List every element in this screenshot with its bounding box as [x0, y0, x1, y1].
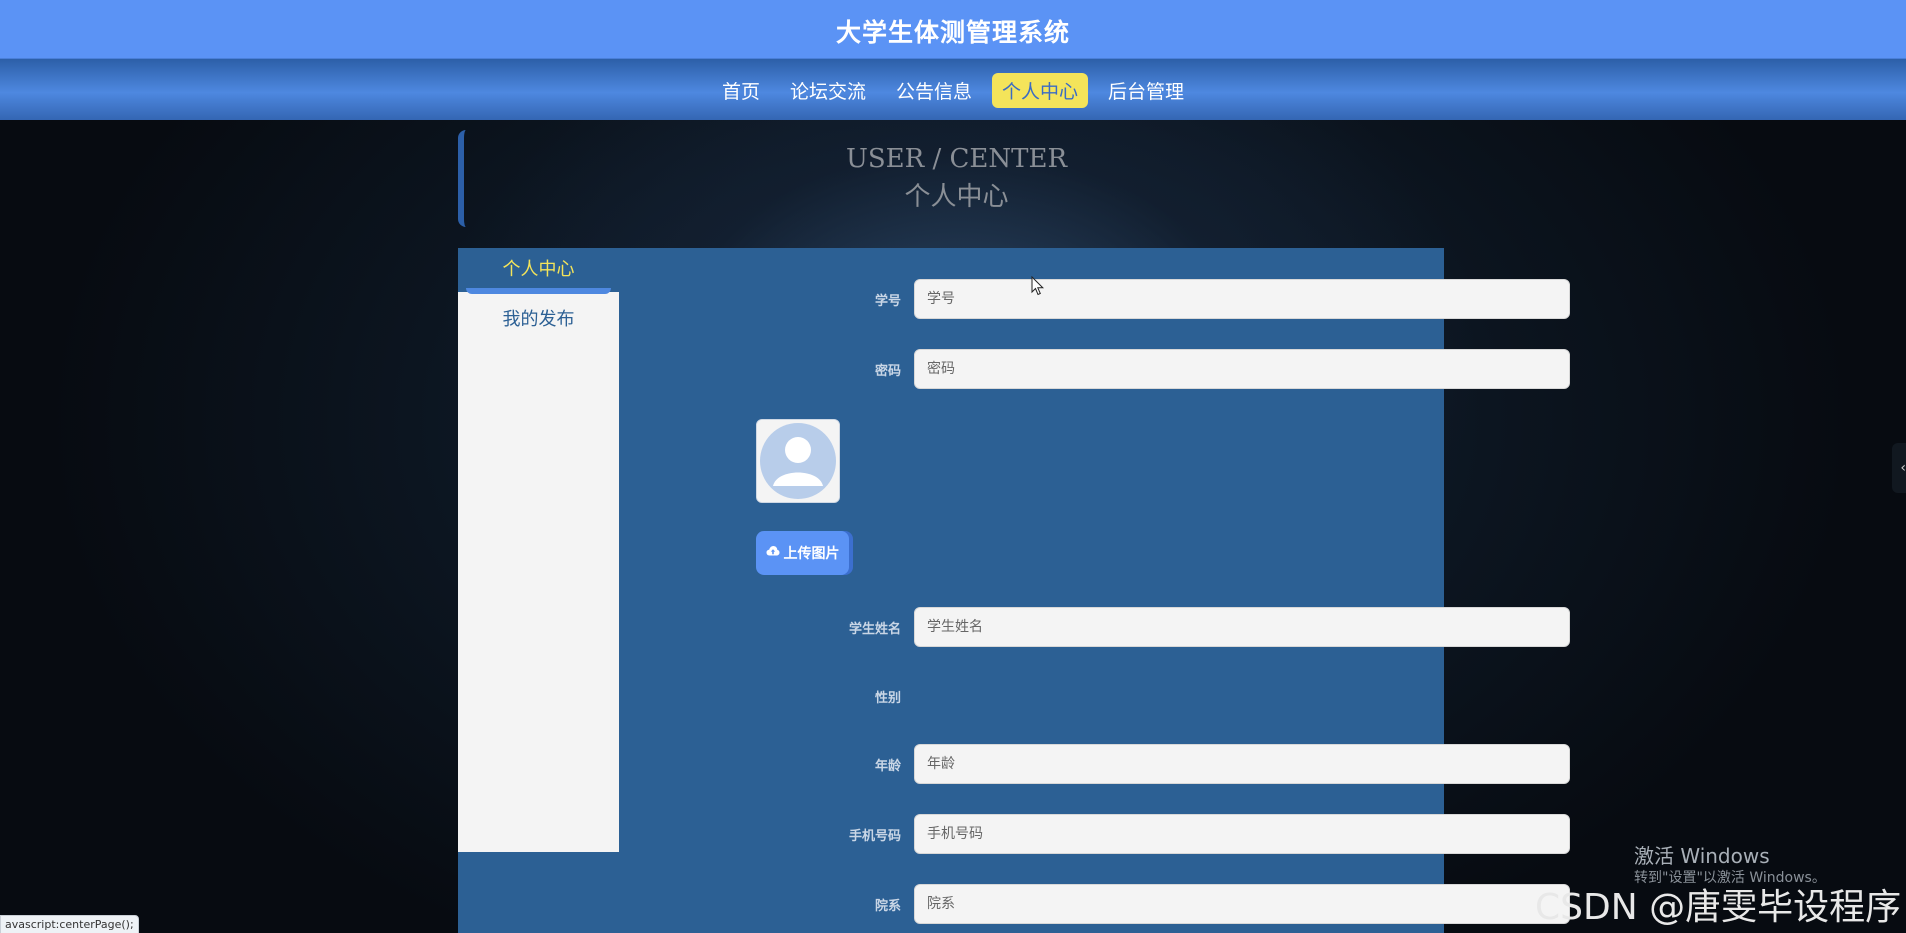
form-row-age: 年龄: [619, 744, 1570, 786]
phone-label: 手机号码: [848, 829, 901, 844]
section-heading: USER / CENTER 个人中心: [458, 130, 1449, 227]
upload-image-button[interactable]: 上传图片: [756, 531, 849, 575]
section-title-en: USER / CENTER: [845, 144, 1068, 174]
student-id-label: 学号: [874, 294, 901, 309]
title-bar: 大学生体测管理系统: [0, 0, 1906, 59]
nav-item-admin[interactable]: 后台管理: [1098, 73, 1194, 108]
age-label: 年龄: [874, 759, 901, 774]
section-title-cn: 个人中心: [904, 182, 1009, 212]
nav-item-home[interactable]: 首页: [712, 73, 770, 108]
password-label: 密码: [874, 364, 901, 379]
browser-status-bar: avascript:centerPage();: [0, 915, 139, 933]
user-avatar-icon: [756, 419, 840, 503]
student-name-label: 学生姓名: [848, 622, 901, 637]
upload-button-label: 上传图片: [783, 546, 840, 562]
nav-item-notices[interactable]: 公告信息: [886, 73, 982, 108]
form-row-password: 密码: [619, 349, 1570, 391]
nav-item-user-center[interactable]: 个人中心: [992, 73, 1089, 108]
student-id-input[interactable]: [914, 279, 1570, 319]
form-row-department: 院系: [619, 884, 1570, 926]
cloud-upload-icon: [766, 545, 780, 561]
csdn-watermark: CSDN @唐雯毕设程序: [1535, 887, 1902, 928]
side-item-my-posts[interactable]: 我的发布: [458, 300, 619, 340]
side-menu: 个人中心 我的发布: [458, 248, 619, 852]
phone-input[interactable]: [914, 814, 1570, 854]
user-center-panel: 个人中心 我的发布 学号 密码 学生姓名 性别 年龄 手机号码 院系: [458, 248, 1570, 933]
form-row-student-name: 学生姓名: [619, 607, 1570, 649]
mouse-cursor-icon: [1031, 275, 1045, 300]
department-label: 院系: [874, 899, 901, 914]
chevron-left-icon[interactable]: ‹: [1892, 443, 1906, 493]
age-input[interactable]: [914, 744, 1570, 784]
department-input[interactable]: [914, 884, 1570, 924]
side-item-user-center[interactable]: 个人中心: [458, 248, 619, 294]
student-name-input[interactable]: [914, 607, 1570, 647]
form-row-gender: 性别: [619, 676, 1444, 718]
main-nav: 首页 论坛交流 公告信息 个人中心 后台管理: [0, 59, 1906, 120]
form-row-phone: 手机号码: [619, 814, 1570, 856]
site-title: 大学生体测管理系统: [835, 18, 1070, 47]
windows-activation-title: 激活 Windows: [1634, 844, 1770, 868]
nav-item-forum[interactable]: 论坛交流: [780, 73, 876, 108]
password-input[interactable]: [914, 349, 1570, 389]
gender-label: 性别: [874, 691, 901, 706]
